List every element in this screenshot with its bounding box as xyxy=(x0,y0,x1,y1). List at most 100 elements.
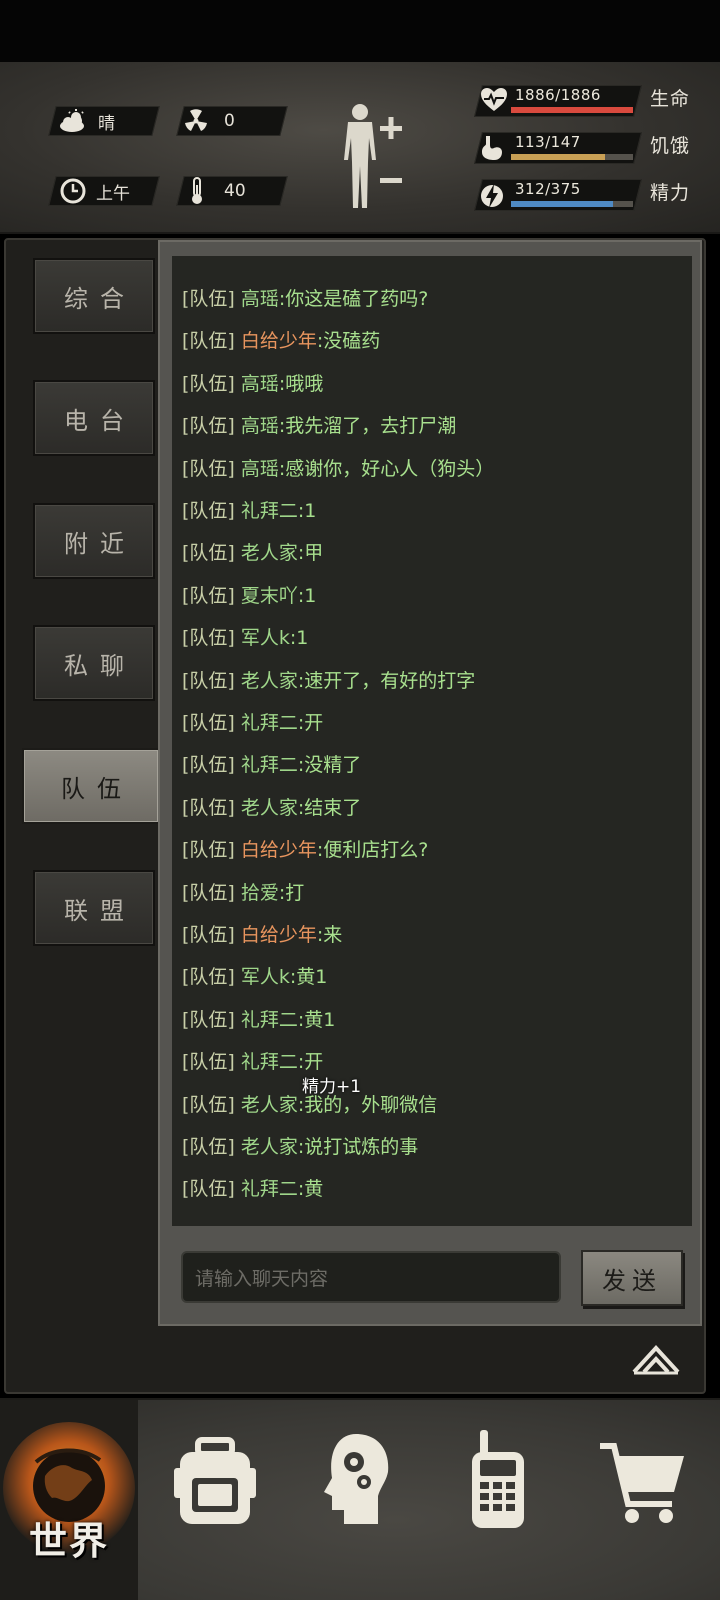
collapse-chevron-icon[interactable] xyxy=(630,1338,682,1378)
message-channel: [队伍] xyxy=(182,669,241,692)
chat-message: [队伍] 老人家:结束了 xyxy=(182,795,361,821)
message-sender[interactable]: 军人k xyxy=(241,627,290,649)
message-text: :我先溜了，去打尸潮 xyxy=(278,415,457,438)
send-button[interactable]: 发送 xyxy=(581,1250,683,1306)
nav-shop-button[interactable] xyxy=(596,1400,688,1600)
chat-message: [队伍] 白给少年:没磕药 xyxy=(182,328,380,354)
message-sender[interactable]: 高瑶 xyxy=(241,458,279,480)
message-channel: [队伍] xyxy=(182,627,241,650)
stat-label: 精力 xyxy=(650,182,691,204)
temperature-value: 40 xyxy=(224,181,246,201)
message-sender[interactable]: 礼拜二 xyxy=(241,712,298,734)
message-channel: [队伍] xyxy=(182,712,241,734)
message-sender[interactable]: 夏末吖 xyxy=(241,585,298,607)
chat-message: [队伍] 礼拜二:黄1 xyxy=(182,1007,335,1033)
tab-2[interactable]: 附近 xyxy=(33,503,155,579)
character-status-button[interactable] xyxy=(340,100,410,210)
stat-value: 113/147 xyxy=(515,133,581,151)
message-sender[interactable]: 老人家 xyxy=(241,1094,298,1116)
energy-bolt-icon xyxy=(480,181,504,211)
message-sender[interactable]: 军人k xyxy=(241,966,290,988)
message-channel: [队伍] xyxy=(182,796,241,819)
chat-message: [队伍] 老人家:甲 xyxy=(182,540,323,566)
stat-bar xyxy=(511,201,633,207)
tab-1[interactable]: 电台 xyxy=(33,380,155,456)
message-channel: [队伍] xyxy=(182,754,241,777)
message-sender[interactable]: 白给少年 xyxy=(241,330,317,352)
message-channel: [队伍] xyxy=(182,584,241,607)
chat-message: [队伍] 军人k:1 xyxy=(182,625,308,651)
message-text: :1 xyxy=(289,627,309,650)
temperature-indicator: 40 xyxy=(190,176,246,206)
message-sender[interactable]: 高瑶 xyxy=(241,373,279,395)
message-text: :1 xyxy=(297,500,317,522)
message-channel: [队伍] xyxy=(182,372,241,395)
message-text: :打 xyxy=(278,881,305,904)
message-sender[interactable]: 老人家 xyxy=(241,542,298,564)
tab-5[interactable]: 联盟 xyxy=(33,870,155,946)
status-bar xyxy=(0,0,720,62)
nav-world-button[interactable]: 世界 xyxy=(0,1400,138,1600)
tab-0[interactable]: 综合 xyxy=(33,258,155,334)
chat-panel: [队伍] 高瑶:你这是磕了药吗? [队伍] 白给少年:没磕药 [队伍] 高瑶:哦哦[… xyxy=(158,240,702,1326)
message-sender[interactable]: 礼拜二 xyxy=(241,500,298,522)
tab-4[interactable]: 队伍 xyxy=(22,748,160,824)
message-text: :速开了，有好的打字 xyxy=(297,669,476,692)
message-sender[interactable]: 礼拜二 xyxy=(241,1051,298,1073)
tab-3[interactable]: 私聊 xyxy=(33,625,155,701)
message-sender[interactable]: 拾爱 xyxy=(241,882,279,904)
message-text: :来 xyxy=(316,924,343,946)
message-sender[interactable]: 老人家 xyxy=(241,1136,298,1158)
top-hud: 晴 0 上午 40 1886/1886 生命 113/147 饥饿 312/37… xyxy=(0,62,720,234)
message-text: :说打试炼的事 xyxy=(297,1136,419,1158)
weather-indicator: 晴 xyxy=(58,106,115,136)
message-text: :黄1 xyxy=(289,966,328,989)
chat-message: [队伍] 高瑶:我先溜了，去打尸潮 xyxy=(182,413,456,439)
message-sender[interactable]: 老人家 xyxy=(241,797,298,819)
message-channel: [队伍] xyxy=(182,1178,241,1201)
nav-world-label: 世界 xyxy=(28,1519,109,1563)
message-sender[interactable]: 高瑶 xyxy=(241,415,279,437)
message-text: :黄1 xyxy=(297,1008,336,1031)
nav-radio-button[interactable] xyxy=(466,1400,530,1600)
message-sender[interactable]: 老人家 xyxy=(241,670,298,692)
chat-message: [队伍] 礼拜二:黄 xyxy=(182,1176,323,1202)
message-sender[interactable]: 高瑶 xyxy=(241,288,279,310)
globe-icon xyxy=(0,1400,138,1600)
message-text: :黄 xyxy=(297,1178,324,1201)
message-text: :没磕药 xyxy=(316,330,381,353)
nav-backpack-button[interactable] xyxy=(170,1400,260,1600)
message-channel: [队伍] xyxy=(182,542,241,565)
radiation-icon xyxy=(184,109,208,133)
stat-bar xyxy=(511,107,633,113)
radiation-value: 0 xyxy=(224,111,235,131)
chat-input[interactable]: 请输入聊天内容 xyxy=(181,1251,561,1303)
message-channel: [队伍] xyxy=(182,500,241,522)
time-indicator: 上午 xyxy=(60,176,130,206)
chat-message: [队伍] 礼拜二:1 xyxy=(182,498,316,524)
message-sender[interactable]: 礼拜二 xyxy=(241,754,298,776)
message-channel: [队伍] xyxy=(182,415,241,438)
message-sender[interactable]: 礼拜二 xyxy=(241,1009,298,1031)
nav-skills-button[interactable] xyxy=(318,1400,398,1600)
message-channel: [队伍] xyxy=(182,1051,241,1074)
chat-message: [队伍] 夏末吖:1 xyxy=(182,583,316,609)
chat-message: [队伍] 高瑶:哦哦 xyxy=(182,371,323,397)
stat-bar-fill xyxy=(511,201,613,207)
chat-message: [队伍] 拾爱:打 xyxy=(182,880,304,906)
message-sender[interactable]: 礼拜二 xyxy=(241,1178,298,1200)
clock-icon xyxy=(60,178,86,204)
stat-label: 生命 xyxy=(650,88,691,110)
chat-message: [队伍] 老人家:速开了，有好的打字 xyxy=(182,668,475,694)
chat-message: [队伍] 礼拜二:开 xyxy=(182,710,323,736)
message-text: :开 xyxy=(297,712,324,734)
stat-value: 312/375 xyxy=(515,180,581,198)
message-text: :1 xyxy=(297,584,317,607)
body-figure-icon xyxy=(344,104,402,208)
message-text: :结束了 xyxy=(297,796,362,819)
thermometer-icon xyxy=(190,177,204,205)
message-sender[interactable]: 白给少年 xyxy=(241,839,317,861)
chat-message: [队伍] 高瑶:感谢你，好心人（狗头） xyxy=(182,456,494,482)
chat-message-list[interactable]: [队伍] 高瑶:你这是磕了药吗? [队伍] 白给少年:没磕药 [队伍] 高瑶:哦哦[… xyxy=(172,256,692,1226)
message-sender[interactable]: 白给少年 xyxy=(241,924,317,946)
